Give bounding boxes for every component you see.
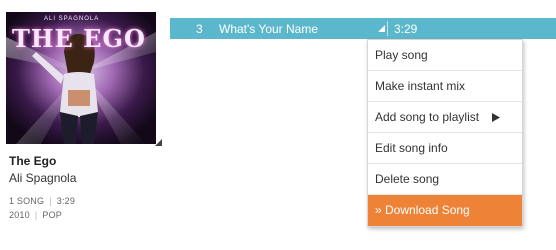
- menu-item-label: Delete song: [375, 172, 440, 186]
- album-title[interactable]: The Ego: [9, 154, 56, 168]
- track-row-selected[interactable]: 3 What's Your Name 3:29: [170, 18, 556, 39]
- menu-item-download-song[interactable]: » Download Song: [368, 195, 522, 226]
- album-art[interactable]: THE EGO ALI SPAGNOLA: [6, 12, 156, 144]
- song-context-menu: Play song Make instant mix Add song to p…: [367, 39, 523, 227]
- album-art-subtitle: ALI SPAGNOLA: [44, 16, 100, 22]
- album-meta-year-genre: 2010 | POP: [9, 210, 62, 220]
- menu-item-play-song[interactable]: Play song: [368, 40, 522, 71]
- album-duration: 3:29: [56, 196, 76, 206]
- meta-separator: |: [34, 210, 38, 220]
- track-menu-toggle-icon[interactable]: [377, 24, 385, 32]
- album-meta-songs: 1 SONG | 3:29: [9, 196, 75, 206]
- track-divider: [387, 21, 388, 36]
- album-menu-toggle-icon[interactable]: [154, 138, 162, 146]
- track-duration: 3:29: [394, 22, 418, 36]
- submenu-arrow-icon: [492, 113, 500, 122]
- album-genre[interactable]: POP: [42, 210, 62, 220]
- menu-item-make-instant-mix[interactable]: Make instant mix: [368, 71, 522, 102]
- track-number: 3: [196, 22, 203, 36]
- song-count: 1 SONG: [9, 196, 45, 206]
- menu-item-add-to-playlist[interactable]: Add song to playlist: [368, 102, 522, 133]
- menu-item-label: Edit song info: [375, 141, 448, 155]
- menu-item-edit-song-info[interactable]: Edit song info: [368, 133, 522, 164]
- menu-item-label: Make instant mix: [375, 79, 466, 93]
- album-art-title: THE EGO: [12, 24, 146, 53]
- menu-item-label: Play song: [375, 48, 428, 62]
- menu-item-delete-song[interactable]: Delete song: [368, 164, 522, 195]
- album-year: 2010: [9, 210, 30, 220]
- menu-item-label: Add song to playlist: [375, 110, 480, 124]
- menu-item-label: » Download Song: [375, 203, 470, 217]
- album-artist[interactable]: Ali Spagnola: [9, 171, 76, 185]
- meta-separator: |: [49, 196, 52, 206]
- track-name[interactable]: What's Your Name: [219, 22, 318, 36]
